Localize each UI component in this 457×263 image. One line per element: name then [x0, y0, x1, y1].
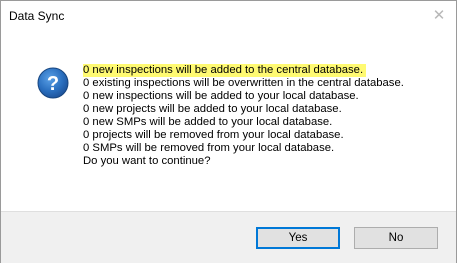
message-area: ? 0 new inspections will be added to the… [1, 31, 456, 211]
question-icon: ? [37, 67, 69, 99]
message-line: 0 new SMPs will be added to your local d… [83, 116, 333, 128]
title-bar: Data Sync ✕ [1, 1, 456, 31]
button-bar: Yes No [1, 211, 456, 263]
message-line-highlighted: 0 new inspections will be added to the c… [83, 64, 367, 77]
confirm-question: Do you want to continue? [83, 155, 211, 167]
data-sync-dialog: Data Sync ✕ ? 0 new inspections will be … [0, 0, 457, 263]
no-button[interactable]: No [354, 227, 438, 249]
message-line: 0 new projects will be added to your loc… [83, 103, 342, 115]
message-line: 0 new inspections will be added to your … [83, 90, 359, 102]
message-line: 0 existing inspections will be overwritt… [83, 77, 404, 89]
yes-button[interactable]: Yes [256, 227, 340, 249]
dialog-title: Data Sync [9, 9, 65, 23]
message-line: 0 projects will be removed from your loc… [83, 129, 344, 141]
message-list: 0 new inspections will be added to the c… [83, 64, 404, 168]
message-line: 0 SMPs will be removed from your local d… [83, 142, 335, 154]
close-icon[interactable]: ✕ [428, 6, 450, 26]
question-glyph: ? [47, 73, 59, 95]
